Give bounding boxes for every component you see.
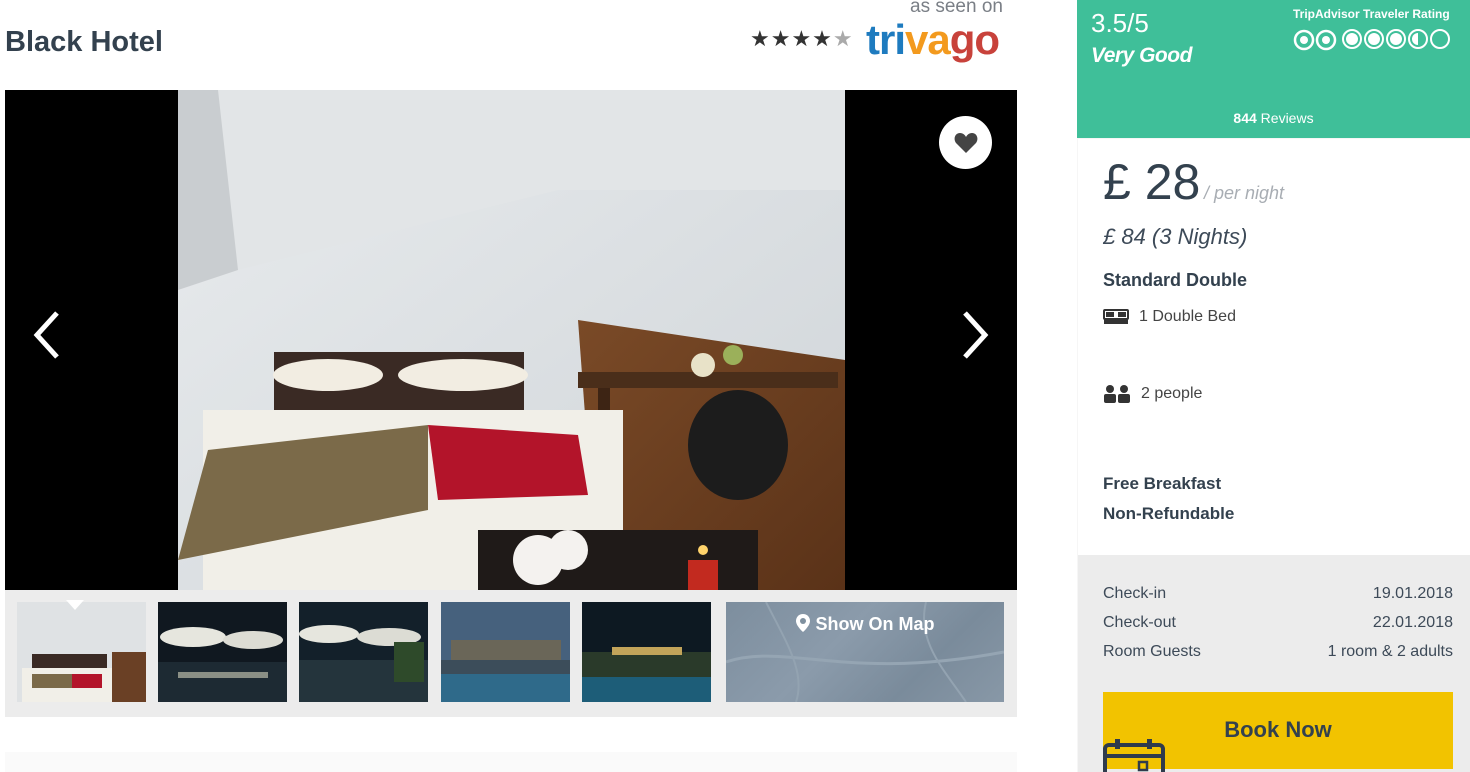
rating-bubble bbox=[1430, 29, 1450, 49]
tripadvisor-rating bbox=[1293, 26, 1453, 52]
perk-refund-policy: Non-Refundable bbox=[1103, 504, 1235, 523]
gallery-next-button[interactable] bbox=[955, 305, 995, 365]
perk-breakfast: Free Breakfast bbox=[1103, 474, 1222, 493]
people-info: 2 people bbox=[1103, 385, 1202, 403]
room-type: Standard Double bbox=[1103, 270, 1248, 290]
tripadvisor-label: TripAdvisor Traveler Rating bbox=[1293, 7, 1450, 21]
star-icon: ★★★★ bbox=[750, 26, 833, 51]
thumbnail-2[interactable] bbox=[158, 602, 287, 702]
rating-label: Very Good bbox=[1091, 44, 1192, 67]
thumbnail-3[interactable] bbox=[299, 602, 428, 702]
rating-score: 3.5/5 bbox=[1091, 8, 1149, 38]
rating-bubbles bbox=[1342, 29, 1450, 49]
trivago-logo: trivago bbox=[866, 16, 1000, 63]
favorite-button[interactable] bbox=[939, 116, 992, 169]
guests-row: Room Guests 1 room & 2 adults bbox=[1103, 643, 1453, 661]
rating-bubble bbox=[1408, 29, 1428, 49]
guests-value: 1 room & 2 adults bbox=[1327, 643, 1453, 660]
rating-bubble bbox=[1342, 29, 1362, 49]
map-pin-icon bbox=[795, 614, 810, 632]
star-empty-icon: ★ bbox=[832, 26, 854, 51]
page-title: Black Hotel bbox=[5, 26, 163, 58]
stay-details: Check-in 19.01.2018 Check-out 22.01.2018… bbox=[1078, 555, 1470, 772]
rating-bubble bbox=[1364, 29, 1384, 49]
rating-bubble bbox=[1386, 29, 1406, 49]
checkout-label: Check-out bbox=[1103, 614, 1176, 631]
checkin-label: Check-in bbox=[1103, 585, 1167, 602]
price-box: £ 28 / per night £ 84 (3 Nights) Standar… bbox=[1078, 139, 1470, 555]
chevron-right-icon bbox=[963, 311, 989, 359]
show-on-map-label: Show On Map bbox=[726, 614, 1004, 635]
photo-gallery bbox=[5, 90, 1017, 590]
tripadvisor-owl-icon bbox=[1293, 29, 1337, 51]
show-on-map-button[interactable]: Show On Map bbox=[726, 602, 1004, 702]
hotel-room-photo bbox=[178, 90, 845, 590]
heart-icon bbox=[954, 132, 977, 153]
calendar-icon bbox=[1103, 739, 1165, 772]
checkin-value: 19.01.2018 bbox=[1372, 585, 1453, 602]
thumbnail-1[interactable] bbox=[17, 602, 146, 702]
nightly-price: £ 28 bbox=[1103, 154, 1201, 210]
guests-label: Room Guests bbox=[1103, 643, 1201, 660]
thumbnail-4[interactable] bbox=[441, 602, 570, 702]
selected-thumbnail-indicator bbox=[66, 600, 84, 610]
content-divider bbox=[5, 752, 1017, 772]
bed-icon bbox=[1103, 309, 1129, 324]
thumbnail-strip: Show On Map bbox=[5, 590, 1017, 717]
people-icon bbox=[1104, 385, 1130, 403]
checkin-row: Check-in 19.01.2018 bbox=[1103, 585, 1453, 603]
bed-info: 1 Double Bed bbox=[1103, 307, 1236, 327]
gallery-prev-button[interactable] bbox=[29, 305, 69, 365]
hotel-star-rating: ★★★★★ bbox=[750, 26, 854, 52]
checkout-row: Check-out 22.01.2018 bbox=[1103, 614, 1453, 632]
total-price: £ 84 (3 Nights) bbox=[1103, 224, 1248, 249]
reviews-count: 844 Reviews bbox=[1233, 110, 1314, 126]
thumbnail-5[interactable] bbox=[582, 602, 711, 702]
checkout-value: 22.01.2018 bbox=[1372, 614, 1453, 631]
rating-box: 3.5/5 Very Good TripAdvisor Traveler Rat… bbox=[1077, 0, 1470, 138]
per-night-label: / per night bbox=[1204, 183, 1285, 203]
chevron-left-icon bbox=[33, 311, 59, 359]
